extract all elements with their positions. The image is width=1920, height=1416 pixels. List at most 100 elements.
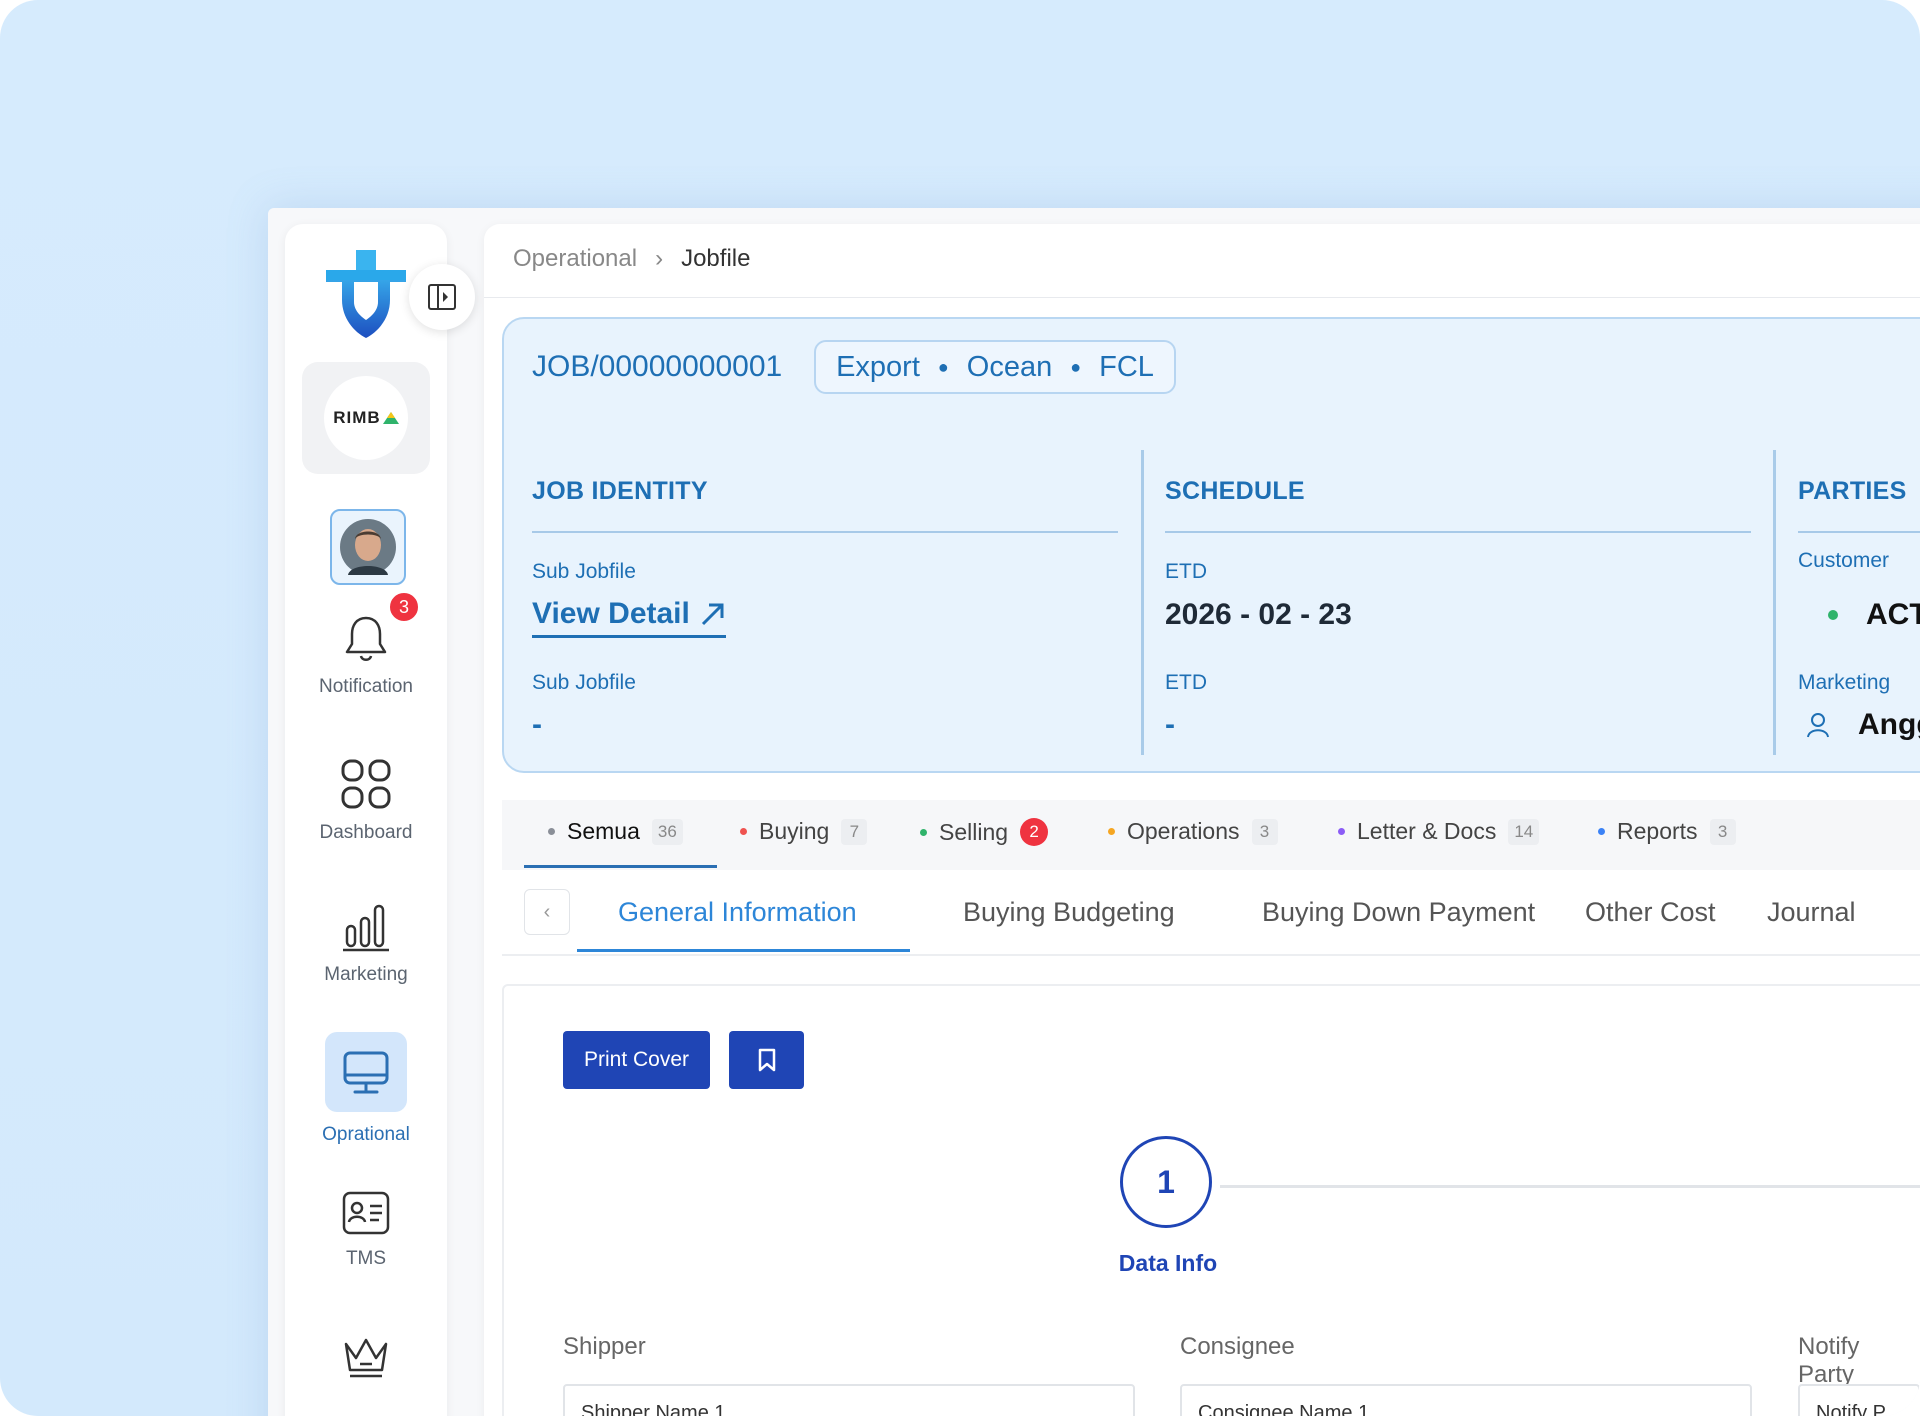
sidebar-item-premium[interactable] — [302, 1332, 430, 1382]
job-identity-title: JOB IDENTITY — [532, 477, 708, 505]
view-detail-label: View Detail — [532, 597, 690, 630]
filter-tab-label: Operations — [1127, 818, 1240, 844]
filter-tab-operations[interactable]: Operations 3 — [1108, 818, 1278, 845]
bookmark-button[interactable] — [729, 1031, 804, 1089]
category-dot — [1598, 828, 1605, 835]
breadcrumb: Operational › Jobfile — [513, 245, 750, 273]
breadcrumb-separator-icon: › — [655, 245, 664, 272]
chevron-left-icon: ‹ — [543, 900, 551, 923]
etd-label: ETD — [1165, 560, 1207, 583]
filter-tab-semua[interactable]: Semua 36 — [548, 818, 683, 845]
customer-label: Customer — [1798, 549, 1890, 572]
sidebar-item-tms-label: TMS — [345, 1248, 387, 1269]
sidebar-item-notification[interactable]: Notification — [302, 612, 430, 698]
consignee-field[interactable]: Consignee Name 1 — [1180, 1384, 1752, 1416]
tab-other-cost[interactable]: Other Cost — [1585, 897, 1716, 928]
monitor-icon — [343, 1051, 389, 1094]
job-tag-load: FCL — [1099, 350, 1154, 383]
schedule-title: SCHEDULE — [1165, 477, 1305, 505]
column-divider — [1141, 450, 1144, 755]
parties-title: PARTIES — [1798, 477, 1907, 505]
category-dot — [740, 828, 747, 835]
active-tab-indicator — [577, 949, 910, 952]
tab-divider — [502, 954, 1920, 956]
filter-tab-label: Letter & Docs — [1357, 818, 1497, 844]
notify-party-field[interactable]: Notify P — [1798, 1384, 1920, 1416]
company-logo: RIMB — [324, 376, 408, 460]
filter-tab-count: 3 — [1709, 818, 1736, 845]
category-dot — [1338, 828, 1345, 835]
sidebar-item-marketing[interactable]: Marketing — [302, 902, 430, 986]
active-filter-indicator — [524, 865, 717, 868]
shipper-label: Shipper — [563, 1333, 646, 1360]
breadcrumb-parent-link[interactable]: Operational — [513, 245, 637, 273]
filter-tab-selling[interactable]: Selling 2 — [920, 818, 1049, 846]
bar-chart-icon — [343, 904, 389, 952]
consignee-label: Consignee — [1180, 1333, 1295, 1360]
bullet-icon: ● — [937, 356, 949, 377]
filter-tab-buying[interactable]: Buying 7 — [740, 818, 868, 845]
user-avatar-button[interactable] — [330, 509, 406, 585]
filter-tab-label: Buying — [759, 818, 830, 844]
filter-tab-label: Reports — [1617, 818, 1698, 844]
sidebar-collapse-button[interactable] — [409, 264, 475, 330]
avatar — [340, 519, 396, 575]
job-type-pill: Export ● Ocean ● FCL — [814, 340, 1176, 394]
step-connector — [1220, 1185, 1920, 1188]
etd-value: 2026 - 02 - 23 — [1165, 598, 1352, 631]
view-detail-link[interactable]: View Detail — [532, 597, 726, 638]
filter-tab-count: 36 — [651, 818, 683, 845]
tab-journal[interactable]: Journal — [1767, 897, 1856, 928]
job-tag-direction: Export — [836, 350, 920, 383]
category-dot — [548, 828, 555, 835]
job-summary-card — [502, 317, 1920, 773]
bell-icon — [345, 616, 387, 661]
step-label: Data Info — [1118, 1250, 1218, 1276]
filter-tab-label: Semua — [567, 818, 640, 844]
category-dot — [920, 828, 927, 836]
etd-value-2: - — [1165, 708, 1175, 741]
grid-icon — [341, 759, 391, 809]
filter-tab-reports[interactable]: Reports 3 — [1598, 818, 1736, 845]
sidebar-item-dashboard-label: Dashboard — [319, 822, 413, 843]
section-divider — [1165, 531, 1751, 533]
marketing-label: Marketing — [1798, 671, 1891, 694]
marketing-value: Angg — [1858, 708, 1920, 741]
notification-count-badge: 3 — [388, 591, 420, 623]
job-number: JOB/00000000001 — [532, 350, 783, 383]
step-indicator-1[interactable]: 1 — [1120, 1136, 1212, 1228]
bookmark-icon — [758, 1048, 775, 1072]
sidebar-item-active-background — [325, 1032, 407, 1112]
sub-jobfile-label: Sub Jobfile — [532, 560, 636, 583]
tab-general-information[interactable]: General Information — [618, 897, 857, 928]
sidebar-item-notification-label: Notification — [319, 676, 413, 697]
section-divider — [1798, 531, 1920, 533]
sub-jobfile-label-2: Sub Jobfile — [532, 671, 636, 694]
company-switcher[interactable]: RIMB — [302, 362, 430, 474]
customer-value: ACT — [1866, 598, 1920, 631]
company-logo-mark-icon — [382, 412, 399, 424]
bullet-icon: ● — [1070, 356, 1082, 377]
filter-tab-alert-badge: 2 — [1020, 818, 1049, 846]
background: RIMB Notification 3 Dashboard Marketing … — [0, 0, 1920, 1416]
tab-buying-down-payment[interactable]: Buying Down Payment — [1262, 897, 1535, 928]
tabs-scroll-left-button[interactable]: ‹ — [524, 889, 570, 935]
filter-tab-count: 7 — [841, 818, 868, 845]
company-logo-text: RIMB — [333, 408, 381, 427]
sidebar-item-dashboard[interactable]: Dashboard — [302, 758, 430, 844]
user-icon — [1807, 713, 1829, 738]
print-cover-button[interactable]: Print Cover — [563, 1031, 710, 1089]
sidebar-item-tms[interactable]: TMS — [302, 1190, 430, 1270]
crown-icon — [344, 1338, 388, 1378]
sidebar-item-marketing-label: Marketing — [324, 964, 408, 985]
sidebar-item-oprational-label: Oprational — [322, 1124, 410, 1145]
app-logo — [324, 248, 408, 340]
id-card-icon — [342, 1191, 390, 1235]
tab-buying-budgeting[interactable]: Buying Budgeting — [963, 897, 1175, 928]
shipper-field[interactable]: Shipper Name 1 — [563, 1384, 1135, 1416]
sidebar-item-oprational[interactable]: Oprational — [302, 1032, 430, 1146]
column-divider — [1773, 450, 1776, 755]
filter-tab-letter-docs[interactable]: Letter & Docs 14 — [1338, 818, 1540, 845]
section-divider — [532, 531, 1118, 533]
filter-tab-count: 14 — [1508, 818, 1540, 845]
